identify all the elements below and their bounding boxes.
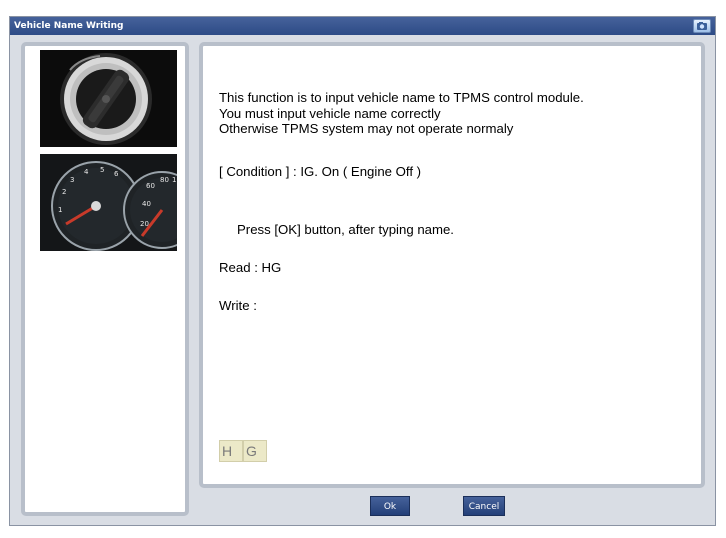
window-title: Vehicle Name Writing — [14, 21, 124, 31]
cancel-button[interactable]: Cancel — [463, 496, 505, 516]
description-line-3: Otherwise TPMS system may not operate no… — [219, 121, 514, 136]
svg-text:80: 80 — [160, 176, 169, 184]
svg-text:40: 40 — [142, 200, 151, 208]
name-char-cell[interactable]: H — [219, 440, 243, 462]
write-label: Write : — [219, 298, 257, 313]
title-bar: Vehicle Name Writing — [10, 17, 715, 35]
svg-text:100: 100 — [172, 176, 177, 184]
ok-button[interactable]: Ok — [370, 496, 410, 516]
svg-text:1: 1 — [58, 206, 62, 214]
svg-text:2: 2 — [62, 188, 66, 196]
illustration-panel: 23 4 5 6 1 60 80100 40 20 — [21, 42, 189, 516]
svg-text:20: 20 — [140, 220, 149, 228]
name-char-cell[interactable]: G — [243, 440, 267, 462]
content-panel: This function is to input vehicle name t… — [199, 42, 705, 488]
ignition-switch-image — [40, 50, 177, 147]
svg-text:6: 6 — [114, 170, 119, 178]
camera-icon[interactable] — [693, 19, 711, 33]
svg-text:4: 4 — [84, 168, 89, 176]
read-value-text: Read : HG — [219, 260, 282, 275]
vehicle-name-input[interactable]: H G — [219, 440, 267, 462]
description-text: This function is to input vehicle name t… — [219, 90, 699, 137]
dashboard-gauge-image: 23 4 5 6 1 60 80100 40 20 — [40, 154, 177, 251]
description-line-1: This function is to input vehicle name t… — [219, 90, 584, 105]
instruction-text: Press [OK] button, after typing name. — [237, 222, 454, 237]
svg-text:3: 3 — [70, 176, 74, 184]
svg-text:5: 5 — [100, 166, 104, 174]
condition-text: [ Condition ] : IG. On ( Engine Off ) — [219, 164, 422, 179]
description-line-2: You must input vehicle name correctly — [219, 105, 441, 121]
svg-text:60: 60 — [146, 182, 155, 190]
